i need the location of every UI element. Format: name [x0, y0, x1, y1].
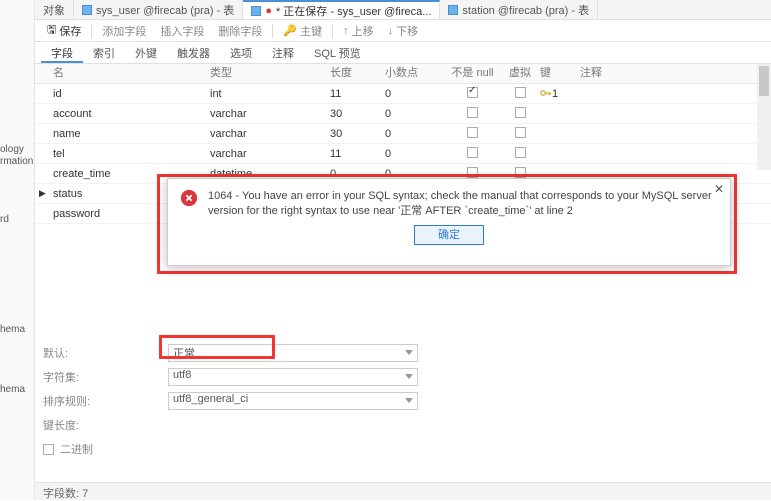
notnull-checkbox[interactable]: [467, 147, 478, 158]
subtab[interactable]: 外键: [125, 42, 167, 63]
col-virt[interactable]: 虚拟: [500, 64, 540, 83]
close-icon[interactable]: ✕: [714, 182, 724, 196]
notnull-checkbox[interactable]: [467, 107, 478, 118]
cell-dec: 0: [385, 88, 445, 100]
tab[interactable]: station @firecab (pra) - 表: [440, 0, 598, 19]
col-name[interactable]: 名: [35, 64, 210, 83]
cell-type: varchar: [210, 108, 330, 120]
cell-name: account: [35, 108, 210, 120]
virtual-checkbox[interactable]: [515, 147, 526, 158]
collate-label: 排序规则:: [43, 393, 168, 409]
charset-label: 字符集:: [43, 369, 168, 385]
scrollbar[interactable]: [757, 64, 771, 170]
virtual-checkbox[interactable]: [515, 107, 526, 118]
error-dialog: ✕ 1064 - You have an error in your SQL s…: [167, 178, 731, 266]
save-button[interactable]: 🖫保存: [41, 19, 87, 42]
binary-label: 二进制: [60, 441, 93, 457]
subtab-bar: 字段索引外键触发器选项注释SQL 预览: [35, 42, 771, 64]
side-label: ology: [0, 144, 24, 155]
subtab[interactable]: SQL 预览: [304, 42, 371, 63]
col-type[interactable]: 类型: [210, 64, 330, 83]
table-row[interactable]: namevarchar300: [35, 124, 771, 144]
modified-icon: ●: [265, 5, 272, 17]
cell-len: 11: [330, 88, 385, 100]
default-label: 默认:: [43, 345, 168, 361]
notnull-checkbox[interactable]: [467, 127, 478, 138]
cell-len: 11: [330, 148, 385, 160]
side-label: rmation: [0, 156, 33, 167]
add-field-button[interactable]: 添加字段: [96, 21, 152, 41]
key-icon: [540, 89, 552, 97]
collate-select[interactable]: utf8_general_ci: [168, 392, 418, 410]
table-icon: [82, 5, 92, 15]
toolbar: 🖫保存 添加字段 插入字段 删除字段 🔑主键 ↑ 上移 ↓ 下移: [35, 20, 771, 42]
charset-select[interactable]: utf8: [168, 368, 418, 386]
table-row[interactable]: accountvarchar300: [35, 104, 771, 124]
subtab[interactable]: 字段: [41, 42, 83, 63]
cell-key: 1: [540, 88, 580, 100]
field-props: 默认:正常 字符集:utf8 排序规则:utf8_general_ci 键长度:…: [35, 335, 771, 467]
keylen-label: 键长度:: [43, 417, 168, 433]
cell-len: 30: [330, 128, 385, 140]
cell-dec: 0: [385, 128, 445, 140]
side-label: hema: [0, 324, 25, 335]
cell-name: id: [35, 88, 210, 100]
tab-label: station @firecab (pra) - 表: [462, 2, 589, 18]
binary-checkbox[interactable]: [43, 444, 54, 455]
cell-dec: 0: [385, 148, 445, 160]
cell-type: int: [210, 88, 330, 100]
tab-label: * 正在保存 - sys_user @fireca...: [276, 3, 431, 19]
col-dec[interactable]: 小数点: [385, 64, 445, 83]
ok-button[interactable]: 确定: [414, 225, 484, 245]
tab-label: sys_user @firecab (pra) - 表: [96, 2, 234, 18]
subtab[interactable]: 索引: [83, 42, 125, 63]
cell-len: 30: [330, 108, 385, 120]
table-row[interactable]: idint110 1: [35, 84, 771, 104]
col-null[interactable]: 不是 null: [445, 64, 500, 83]
table-row[interactable]: telvarchar110: [35, 144, 771, 164]
col-len[interactable]: 长度: [330, 64, 385, 83]
move-up-button[interactable]: ↑ 上移: [337, 21, 380, 41]
status-bar: 字段数: 7: [35, 482, 771, 500]
table-icon: [251, 6, 261, 16]
tab[interactable]: ● * 正在保存 - sys_user @fireca...: [243, 0, 440, 19]
cell-name: tel: [35, 148, 210, 160]
subtab[interactable]: 选项: [220, 42, 262, 63]
tab[interactable]: 对象: [35, 0, 74, 19]
highlight-default: [159, 335, 275, 359]
cell-type: varchar: [210, 128, 330, 140]
table-icon: [448, 5, 458, 15]
tab[interactable]: sys_user @firecab (pra) - 表: [74, 0, 243, 19]
side-label: rd: [0, 214, 9, 225]
notnull-checkbox[interactable]: [467, 87, 478, 98]
side-label: hema: [0, 384, 25, 395]
subtab[interactable]: 触发器: [167, 42, 220, 63]
cell-type: varchar: [210, 148, 330, 160]
subtab[interactable]: 注释: [262, 42, 304, 63]
cell-dec: 0: [385, 108, 445, 120]
row-pointer-icon: ▶: [39, 188, 46, 199]
tab-bar: 对象 sys_user @firecab (pra) - 表 ● * 正在保存 - s…: [35, 0, 771, 20]
col-com[interactable]: 注释: [580, 64, 640, 83]
cell-name: name: [35, 128, 210, 140]
error-icon: [180, 189, 198, 207]
move-down-button[interactable]: ↓ 下移: [382, 21, 425, 41]
tab-label: 对象: [43, 2, 65, 18]
virtual-checkbox[interactable]: [515, 87, 526, 98]
col-key[interactable]: 键: [540, 64, 580, 83]
delete-field-button[interactable]: 删除字段: [212, 21, 268, 41]
insert-field-button[interactable]: 插入字段: [154, 21, 210, 41]
virtual-checkbox[interactable]: [515, 127, 526, 138]
error-message: 1064 - You have an error in your SQL syn…: [208, 189, 718, 219]
primary-key-button[interactable]: 🔑主键: [277, 21, 328, 41]
